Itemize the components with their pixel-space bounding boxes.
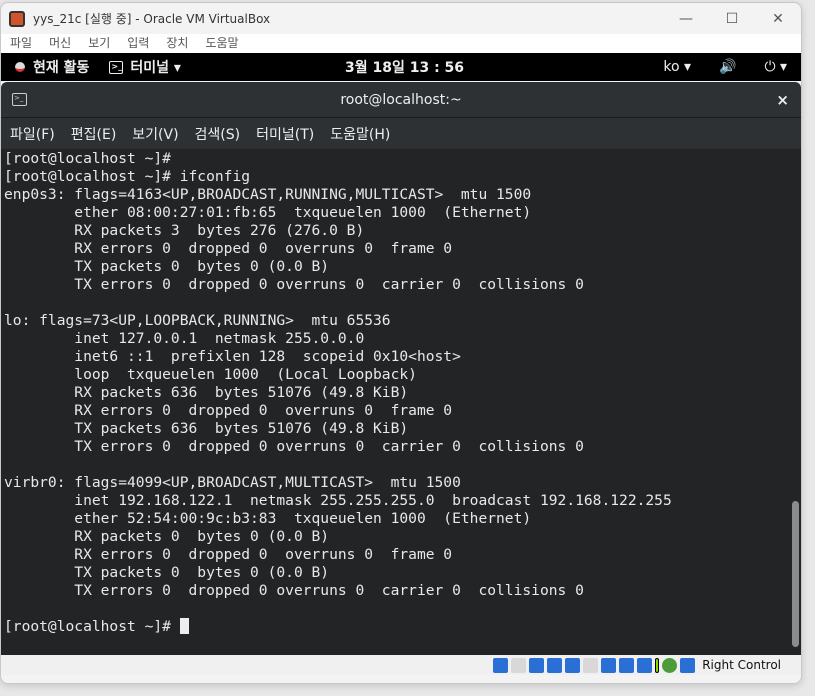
- terminal-line: TX packets 0 bytes 0 (0.0 B): [4, 564, 330, 581]
- terminal-line: ether 52:54:00:9c:b3:83 txqueuelen 1000 …: [4, 510, 532, 527]
- terminal-line: ether 08:00:27:01:fb:65 txqueuelen 1000 …: [4, 204, 532, 221]
- cpu-indicator-icon: [655, 657, 660, 673]
- terminal-icon: >_: [109, 60, 124, 74]
- terminal-menu-search[interactable]: 검색(S): [195, 124, 241, 144]
- terminal-line: TX errors 0 dropped 0 overruns 0 carrier…: [4, 276, 584, 293]
- terminal-close-button[interactable]: ×: [776, 91, 789, 109]
- vm-status-bar: Right Control: [1, 655, 801, 675]
- terminal-menu-terminal[interactable]: 터미널(T): [256, 124, 314, 144]
- activities-button[interactable]: 현재 활동: [15, 57, 89, 77]
- display-icon[interactable]: [601, 657, 617, 673]
- terminal-line: [root@localhost ~]#: [4, 150, 171, 167]
- terminal-line: RX errors 0 dropped 0 overruns 0 frame 0: [4, 402, 453, 419]
- usb-icon[interactable]: [565, 657, 581, 673]
- terminal-line: TX packets 0 bytes 0 (0.0 B): [4, 258, 330, 275]
- terminal-menu-edit[interactable]: 편집(E): [71, 124, 117, 144]
- terminal-line: virbr0: flags=4099<UP,BROADCAST,MULTICAS…: [4, 474, 461, 491]
- terminal-line: inet 192.168.122.1 netmask 255.255.255.0…: [4, 492, 672, 509]
- terminal-line: RX errors 0 dropped 0 overruns 0 frame 0: [4, 240, 453, 257]
- terminal-header: >_ root@localhost:~ ×: [1, 82, 801, 118]
- virtualbox-window: yys_21c [실행 중] - Oracle VM VirtualBox — …: [0, 2, 802, 684]
- audio-icon[interactable]: [529, 657, 545, 673]
- terminal-icon: >_: [12, 93, 27, 106]
- menu-file[interactable]: 파일: [10, 34, 32, 53]
- network-icon[interactable]: [547, 657, 563, 673]
- mouse-integration-icon[interactable]: [680, 657, 696, 673]
- window-title: yys_21c [실행 중] - Oracle VM VirtualBox: [33, 12, 271, 26]
- terminal-line: TX errors 0 dropped 0 overruns 0 carrier…: [4, 438, 584, 455]
- terminal-menu-view[interactable]: 보기(V): [132, 124, 178, 144]
- terminal-line: TX errors 0 dropped 0 overruns 0 carrier…: [4, 582, 584, 599]
- clock[interactable]: 3월 18일 13 : 56: [345, 57, 464, 77]
- vm-menu-bar: 파일 머신 보기 입력 장치 도움말: [1, 34, 801, 53]
- shared-folders-icon[interactable]: [583, 657, 599, 673]
- scrollbar-thumb[interactable]: [792, 501, 799, 647]
- volume-icon[interactable]: 🔊: [719, 59, 736, 75]
- terminal-line: RX errors 0 dropped 0 overruns 0 frame 0: [4, 546, 453, 563]
- terminal-output[interactable]: [root@localhost ~]# [root@localhost ~]# i…: [1, 149, 801, 655]
- hard-disk-icon[interactable]: [493, 657, 509, 673]
- prompt-line[interactable]: [root@localhost ~]#: [4, 618, 672, 636]
- menu-devices[interactable]: 장치: [166, 34, 188, 53]
- menu-machine[interactable]: 머신: [49, 34, 71, 53]
- terminal-menu-file[interactable]: 파일(F): [10, 124, 55, 144]
- gnome-top-bar: 현재 활동 >_ 터미널 ▾ 3월 18일 13 : 56 ko ▾ 🔊 ⏻ ▾: [1, 53, 801, 81]
- terminal-line: loop txqueuelen 1000 (Local Loopback): [4, 366, 417, 383]
- app-menu-label: 터미널 ▾: [130, 60, 181, 76]
- activities-icon: [15, 62, 25, 72]
- close-button[interactable]: ✕: [755, 11, 801, 27]
- cursor: [179, 618, 189, 634]
- terminal-line: enp0s3: flags=4163<UP,BROADCAST,RUNNING,…: [4, 186, 532, 203]
- terminal-line: RX packets 0 bytes 0 (0.0 B): [4, 528, 330, 545]
- terminal-line: inet6 ::1 prefixlen 128 scopeid 0x10<hos…: [4, 348, 461, 365]
- virtualbox-icon: [9, 10, 25, 27]
- scrollbar[interactable]: [790, 149, 799, 655]
- terminal-line: [root@localhost ~]# ifconfig: [4, 168, 251, 185]
- virtualization-icon: [637, 657, 653, 673]
- title-bar: yys_21c [실행 중] - Oracle VM VirtualBox — …: [1, 3, 801, 34]
- prompt: [root@localhost ~]#: [4, 618, 180, 635]
- terminal-title: root@localhost:~: [340, 91, 462, 108]
- terminal-line: RX packets 3 bytes 276 (276.0 B): [4, 222, 365, 239]
- guest-additions-icon: [662, 657, 678, 673]
- maximize-button[interactable]: ☐: [709, 11, 755, 27]
- terminal-line: inet 127.0.0.1 netmask 255.0.0.0: [4, 330, 365, 347]
- menu-view[interactable]: 보기: [88, 34, 110, 53]
- terminal-menu-help[interactable]: 도움말(H): [330, 124, 390, 144]
- power-menu-icon[interactable]: ⏻ ▾: [764, 59, 787, 75]
- menu-help[interactable]: 도움말: [205, 34, 238, 53]
- menu-input[interactable]: 입력: [127, 34, 149, 53]
- optical-drive-icon[interactable]: [511, 657, 527, 673]
- language-selector[interactable]: ko ▾: [663, 59, 691, 75]
- terminal-menu-bar: 파일(F) 편집(E) 보기(V) 검색(S) 터미널(T) 도움말(H): [1, 118, 801, 149]
- terminal-line: TX packets 636 bytes 51076 (49.8 KiB): [4, 420, 409, 437]
- minimize-button[interactable]: —: [663, 11, 709, 27]
- app-menu-button[interactable]: >_ 터미널 ▾: [109, 57, 181, 77]
- terminal-line: lo: flags=73<UP,LOOPBACK,RUNNING> mtu 65…: [4, 312, 391, 329]
- activities-label: 현재 활동: [33, 60, 90, 76]
- host-key-label: Right Control: [702, 658, 781, 672]
- terminal-line: RX packets 636 bytes 51076 (49.8 KiB): [4, 384, 409, 401]
- recording-icon[interactable]: [619, 657, 635, 673]
